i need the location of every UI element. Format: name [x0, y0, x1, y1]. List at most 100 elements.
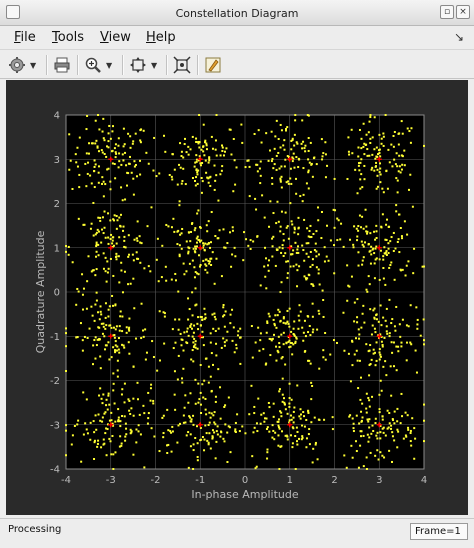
highlight-button[interactable] — [204, 54, 222, 76]
received-point — [117, 144, 120, 147]
menu-view[interactable]: View — [100, 30, 131, 45]
received-point — [237, 330, 240, 333]
received-point — [388, 298, 391, 301]
received-point — [102, 252, 105, 255]
received-point — [279, 291, 282, 294]
received-point — [196, 182, 199, 185]
received-point — [113, 214, 116, 217]
zoom-dropdown-icon[interactable]: ▼ — [106, 61, 112, 70]
received-point — [292, 327, 295, 330]
menu-help[interactable]: Help — [146, 30, 176, 45]
settings-button[interactable]: ▼ — [8, 54, 36, 76]
received-point — [336, 217, 339, 220]
received-point — [118, 281, 121, 284]
received-point — [86, 336, 89, 339]
received-point — [202, 123, 205, 126]
received-point — [203, 449, 206, 452]
received-point — [210, 211, 213, 214]
received-point — [181, 180, 184, 183]
received-point — [365, 343, 368, 346]
print-button[interactable] — [53, 54, 71, 76]
received-point — [183, 331, 186, 334]
received-point — [196, 455, 199, 458]
menu-tools[interactable]: Tools — [52, 30, 84, 45]
maximize-button[interactable]: ▫ — [440, 5, 454, 19]
received-point — [403, 164, 406, 167]
received-point — [373, 307, 376, 310]
received-point — [292, 410, 295, 413]
received-point — [374, 247, 377, 250]
received-point — [93, 170, 96, 173]
received-point — [219, 386, 222, 389]
received-point — [264, 417, 267, 420]
received-point — [382, 144, 385, 147]
dock-arrow-icon[interactable]: ↘ — [454, 30, 464, 44]
received-point — [390, 424, 393, 427]
received-point — [196, 425, 199, 428]
received-point — [193, 337, 196, 340]
received-point — [403, 149, 406, 152]
received-point — [87, 255, 90, 258]
received-point — [287, 237, 290, 240]
received-point — [375, 434, 378, 437]
received-point — [95, 428, 98, 431]
received-point — [365, 288, 368, 291]
received-point — [391, 351, 394, 354]
received-point — [76, 336, 79, 339]
received-point — [391, 460, 394, 463]
received-point — [150, 427, 153, 430]
received-point — [196, 442, 199, 445]
received-point — [93, 431, 96, 434]
received-point — [196, 212, 199, 215]
received-point — [378, 278, 381, 281]
received-point — [187, 334, 190, 337]
received-point — [375, 318, 378, 321]
received-point — [396, 428, 399, 431]
received-point — [286, 272, 289, 275]
received-point — [239, 362, 242, 365]
menu-file[interactable]: File — [14, 30, 36, 45]
received-point — [99, 355, 102, 358]
received-point — [186, 342, 189, 345]
received-point — [172, 217, 175, 220]
received-point — [392, 250, 395, 253]
received-point — [407, 325, 410, 328]
received-point — [112, 304, 115, 307]
received-point — [115, 215, 118, 218]
received-point — [361, 263, 364, 266]
received-point — [167, 443, 170, 446]
constellation-plot: -4 -3 -2 -1 0 1 2 3 4-4-3-2-101234 In-phase Ampl… — [34, 111, 427, 502]
received-point — [340, 222, 343, 225]
settings-dropdown-icon[interactable]: ▼ — [30, 61, 36, 70]
close-button[interactable]: × — [456, 5, 470, 19]
received-point — [244, 432, 247, 435]
pan-button[interactable]: ▼ — [129, 54, 157, 76]
received-point — [188, 262, 191, 265]
autoscale-button[interactable] — [173, 54, 191, 76]
received-point — [255, 465, 258, 468]
pan-dropdown-icon[interactable]: ▼ — [151, 61, 157, 70]
received-point — [229, 322, 232, 325]
received-point — [90, 270, 93, 273]
received-point — [265, 257, 268, 260]
received-point — [155, 258, 158, 261]
received-point — [373, 230, 376, 233]
received-point — [370, 245, 373, 248]
received-point — [287, 340, 290, 343]
zoom-button[interactable]: ▼ — [84, 54, 112, 76]
received-point — [129, 146, 132, 149]
received-point — [277, 138, 280, 141]
received-point — [223, 405, 226, 408]
received-point — [226, 330, 229, 333]
received-point — [368, 364, 371, 367]
received-point — [214, 234, 217, 237]
received-point — [346, 299, 349, 302]
received-point — [302, 339, 305, 342]
received-point — [202, 396, 205, 399]
received-point — [280, 357, 283, 360]
received-point — [110, 453, 113, 456]
received-point — [239, 327, 242, 330]
window-menu-button[interactable] — [6, 5, 20, 19]
received-point — [232, 326, 235, 329]
received-point — [120, 261, 123, 264]
